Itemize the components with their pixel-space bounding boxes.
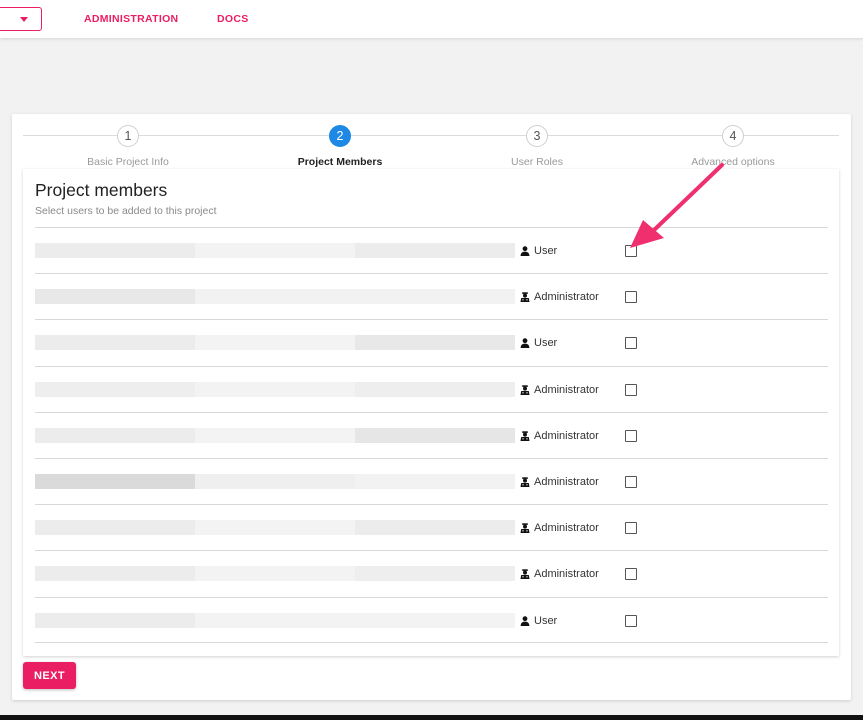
next-button[interactable]: NEXT: [23, 662, 76, 689]
role-label: Administrator: [534, 522, 599, 535]
step-number: 3: [526, 125, 548, 147]
redacted-member-name: [35, 473, 515, 489]
panel-subtitle: Select users to be added to this project: [35, 205, 217, 217]
member-role: Administrator: [520, 291, 599, 303]
member-role: User: [520, 245, 557, 257]
admin-icon: [520, 431, 532, 441]
table-row: Administrator: [35, 550, 828, 596]
member-select-checkbox[interactable]: [625, 475, 637, 488]
step-project-members[interactable]: 2 Project Members: [260, 125, 420, 170]
table-row: Administrator: [35, 504, 828, 550]
step-label: User Roles: [511, 156, 563, 168]
member-role: Administrator: [520, 384, 599, 396]
table-row: User: [35, 319, 828, 365]
person-icon: [520, 615, 532, 626]
member-select-checkbox[interactable]: [625, 614, 637, 627]
nav-link-administration[interactable]: ADMINISTRATION: [84, 13, 178, 25]
redacted-member-name: [35, 289, 515, 305]
admin-icon: [520, 292, 532, 303]
step-number: 2: [329, 125, 351, 147]
redacted-member-name: [35, 520, 515, 536]
wizard-card: 1 Basic Project Info 2 Project Members 3…: [12, 114, 851, 700]
role-label: Administrator: [534, 429, 599, 442]
role-label: Administrator: [534, 383, 599, 396]
table-row: Administrator: [35, 411, 828, 458]
table-row: Administrator: [35, 273, 828, 319]
redacted-member-name: [35, 427, 515, 443]
member-role: User: [520, 615, 557, 627]
table-row: Administrator: [35, 365, 828, 412]
person-icon: [520, 338, 532, 349]
member-select-checkbox[interactable]: [625, 337, 637, 350]
redacted-member-name: [35, 381, 515, 397]
step-number: 1: [117, 125, 139, 147]
admin-icon: [520, 523, 532, 534]
step-basic-project-info[interactable]: 1 Basic Project Info: [48, 125, 208, 170]
member-select-checkbox[interactable]: [625, 245, 637, 257]
bottom-edge-bar: [0, 715, 863, 720]
table-row: User: [35, 596, 828, 643]
member-role: Administrator: [520, 522, 599, 534]
step-label: Project Members: [297, 156, 383, 168]
panel-title: Project members: [35, 180, 168, 200]
redacted-member-name: [35, 243, 515, 258]
redacted-member-name: [35, 612, 515, 628]
role-label: User: [534, 614, 558, 627]
step-label: Basic Project Info: [87, 156, 169, 168]
redacted-member-name: [35, 335, 515, 351]
step-label: Advanced options: [691, 156, 775, 168]
member-role: Administrator: [520, 568, 599, 580]
caret-down-icon: [20, 17, 28, 22]
role-label: User: [534, 245, 558, 257]
member-role: Administrator: [520, 430, 599, 442]
top-navigation-bar: ADMINISTRATION DOCS: [0, 0, 863, 38]
role-label: User: [534, 337, 558, 350]
role-label: Administrator: [534, 475, 599, 488]
admin-icon: [520, 569, 532, 580]
redacted-member-name: [35, 566, 515, 582]
member-select-checkbox[interactable]: [625, 429, 637, 442]
nav-link-docs[interactable]: DOCS: [217, 13, 249, 25]
menu-dropdown-button[interactable]: [0, 7, 42, 31]
step-number: 4: [722, 125, 744, 147]
person-icon: [520, 246, 532, 256]
step-user-roles[interactable]: 3 User Roles: [457, 125, 617, 170]
members-list: User Administrator User Administrator Admini…: [35, 227, 828, 643]
role-label: Administrator: [534, 291, 599, 304]
admin-icon: [520, 477, 532, 487]
step-advanced-options[interactable]: 4 Advanced options: [653, 125, 813, 170]
member-role: User: [520, 337, 557, 349]
member-select-checkbox[interactable]: [625, 522, 637, 535]
member-select-checkbox[interactable]: [625, 568, 637, 581]
member-select-checkbox[interactable]: [625, 291, 637, 304]
table-row: User: [35, 227, 828, 273]
project-members-panel: Project members Select users to be added…: [23, 169, 839, 656]
table-row: Administrator: [35, 457, 828, 504]
member-select-checkbox[interactable]: [625, 383, 637, 396]
member-role: Administrator: [520, 476, 599, 488]
admin-icon: [520, 384, 532, 395]
role-label: Administrator: [534, 568, 599, 581]
